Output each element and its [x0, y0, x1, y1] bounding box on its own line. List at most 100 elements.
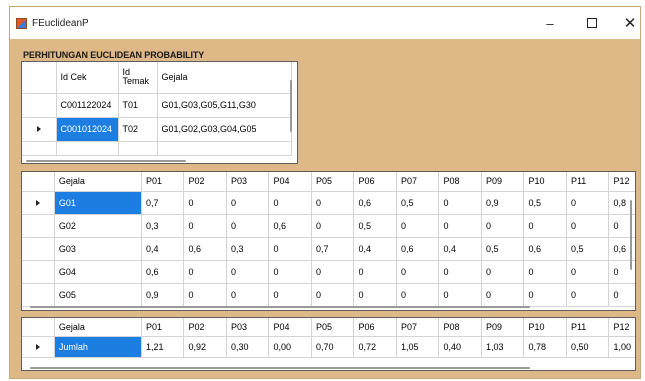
column-header-p02[interactable]: P02 — [183, 318, 227, 337]
table-row[interactable]: G02 0,3 0 0 0,6 0 0,5 0 0 0 0 0 0 — [22, 214, 635, 238]
column-header-p04[interactable]: P04 — [268, 318, 312, 337]
cell-p12[interactable]: 1,00 — [608, 336, 635, 358]
cell-p08[interactable]: 0,40 — [438, 336, 482, 358]
vertical-scrollbar[interactable] — [630, 200, 632, 270]
column-header-gejala[interactable]: Gejala — [54, 172, 142, 192]
cell-p02[interactable]: 0 — [183, 214, 227, 238]
column-header-gejala[interactable]: Gejala — [157, 62, 292, 94]
row-header[interactable] — [22, 214, 55, 238]
cell-p09[interactable]: 0 — [481, 214, 525, 238]
column-header-p10[interactable]: P10 — [523, 172, 567, 192]
row-header-new[interactable] — [22, 141, 57, 156]
table-row[interactable]: G03 0,4 0,6 0,3 0 0,7 0,4 0,6 0,4 0,5 0,6 0,5 0,6 — [22, 237, 635, 261]
cell-p04[interactable]: 0 — [268, 260, 312, 284]
column-header-gejala[interactable]: Gejala — [54, 318, 142, 337]
cell-p09[interactable]: 0,9 — [481, 191, 525, 215]
cell-p06[interactable]: 0,5 — [353, 214, 397, 238]
cell-p08[interactable]: 0,4 — [438, 237, 482, 261]
table-row[interactable]: C001012024 T02 G01,G02,G03,G04,G05 — [22, 117, 292, 142]
cell-p03[interactable]: 0,3 — [226, 237, 270, 261]
column-header-p06[interactable]: P06 — [353, 318, 397, 337]
column-header-p01[interactable]: P01 — [141, 318, 185, 337]
cell-p01[interactable]: 0,6 — [141, 260, 185, 284]
cell-p11[interactable]: 0 — [566, 191, 610, 215]
cell-p08[interactable]: 0 — [438, 283, 482, 307]
cell-p06[interactable]: 0,6 — [353, 191, 397, 215]
column-header-p05[interactable]: P05 — [311, 172, 355, 192]
data-grid-jumlah[interactable]: Gejala P01 P02 P03 P04 P05 P06 P07 P08 P… — [21, 317, 636, 371]
cell-p03[interactable]: 0 — [226, 283, 270, 307]
cell-p01[interactable]: 0,3 — [141, 214, 185, 238]
column-header-id-ternak[interactable]: Id Temak — [118, 62, 158, 94]
cell-p11[interactable]: 0,50 — [566, 336, 610, 358]
cell-p12[interactable]: 0 — [608, 283, 635, 307]
cell-p07[interactable]: 0,5 — [396, 191, 440, 215]
cell-p05[interactable]: 0,7 — [311, 237, 355, 261]
cell-p04[interactable]: 0 — [268, 237, 312, 261]
cell-p03[interactable]: 0 — [226, 260, 270, 284]
cell-p07[interactable]: 0,6 — [396, 237, 440, 261]
cell-id-ternak[interactable]: T02 — [118, 117, 158, 142]
column-header-p11[interactable]: P11 — [566, 172, 610, 192]
cell-p05[interactable]: 0 — [311, 283, 355, 307]
column-header-p08[interactable]: P08 — [438, 318, 482, 337]
row-header-current[interactable] — [22, 191, 55, 215]
table-row[interactable]: Jumlah 1,21 0,92 0,30 0,00 0,70 0,72 1,0… — [22, 336, 635, 358]
cell-p05[interactable]: 0 — [311, 191, 355, 215]
column-header-p11[interactable]: P11 — [566, 318, 610, 337]
row-header-current[interactable] — [22, 117, 57, 142]
column-header-p09[interactable]: P09 — [481, 318, 525, 337]
cell-gejala[interactable]: G02 — [54, 214, 142, 238]
cell-gejala[interactable]: G05 — [54, 283, 142, 307]
table-row[interactable]: G05 0,9 0 0 0 0 0 0 0 0 0 0 0 — [22, 283, 635, 307]
cell-p04[interactable]: 0 — [268, 283, 312, 307]
cell-p10[interactable]: 0,78 — [523, 336, 567, 358]
cell-p02[interactable]: 0,6 — [183, 237, 227, 261]
cell-p01[interactable]: 1,21 — [141, 336, 185, 358]
maximize-button[interactable] — [572, 7, 612, 39]
column-header-id-cek[interactable]: Id Cek — [56, 62, 119, 94]
cell-p07[interactable]: 0 — [396, 260, 440, 284]
cell-p10[interactable]: 0 — [523, 214, 567, 238]
cell-p06[interactable]: 0 — [353, 260, 397, 284]
cell-p02[interactable]: 0,92 — [183, 336, 227, 358]
cell-p11[interactable]: 0 — [566, 260, 610, 284]
cell-p02[interactable]: 0 — [183, 260, 227, 284]
horizontal-scrollbar[interactable] — [26, 160, 186, 162]
column-header-p12[interactable]: P12 — [608, 172, 635, 192]
cell-p09[interactable]: 0 — [481, 260, 525, 284]
cell-p03[interactable]: 0,30 — [226, 336, 270, 358]
cell-p07[interactable]: 0 — [396, 214, 440, 238]
data-grid-cek[interactable]: Id Cek Id Temak Gejala C001122024 T01 G0… — [21, 61, 298, 164]
row-header[interactable] — [22, 93, 57, 118]
cell-p02[interactable]: 0 — [183, 283, 227, 307]
data-grid-gejala[interactable]: Gejala P01 P02 P03 P04 P05 P06 P07 P08 P… — [21, 171, 636, 311]
cell-p07[interactable]: 0 — [396, 283, 440, 307]
column-header-p07[interactable]: P07 — [396, 318, 440, 337]
cell-p05[interactable]: 0,70 — [311, 336, 355, 358]
column-header-p03[interactable]: P03 — [226, 172, 270, 192]
cell-p01[interactable]: 0,4 — [141, 237, 185, 261]
cell-p06[interactable]: 0,4 — [353, 237, 397, 261]
cell-p10[interactable]: 0,6 — [523, 237, 567, 261]
column-header-p04[interactable]: P04 — [268, 172, 312, 192]
cell-p09[interactable]: 1,03 — [481, 336, 525, 358]
cell-p08[interactable]: 0 — [438, 260, 482, 284]
cell-p04[interactable]: 0 — [268, 191, 312, 215]
cell-p06[interactable]: 0 — [353, 283, 397, 307]
column-header-p08[interactable]: P08 — [438, 172, 482, 192]
minimize-button[interactable]: – — [530, 7, 570, 39]
column-header-p06[interactable]: P06 — [353, 172, 397, 192]
row-header-current[interactable] — [22, 336, 55, 358]
cell-p11[interactable]: 0 — [566, 283, 610, 307]
cell-p08[interactable]: 0 — [438, 191, 482, 215]
cell-p09[interactable]: 0,5 — [481, 237, 525, 261]
cell-id-ternak[interactable]: T01 — [118, 93, 158, 118]
row-header[interactable] — [22, 237, 55, 261]
row-header[interactable] — [22, 260, 55, 284]
table-row[interactable]: G01 0,7 0 0 0 0 0,6 0,5 0 0,9 0,5 0 0,8 — [22, 191, 635, 215]
cell-p10[interactable]: 0,5 — [523, 191, 567, 215]
cell-p08[interactable]: 0 — [438, 214, 482, 238]
cell-p05[interactable]: 0 — [311, 260, 355, 284]
vertical-scrollbar[interactable] — [290, 80, 292, 132]
